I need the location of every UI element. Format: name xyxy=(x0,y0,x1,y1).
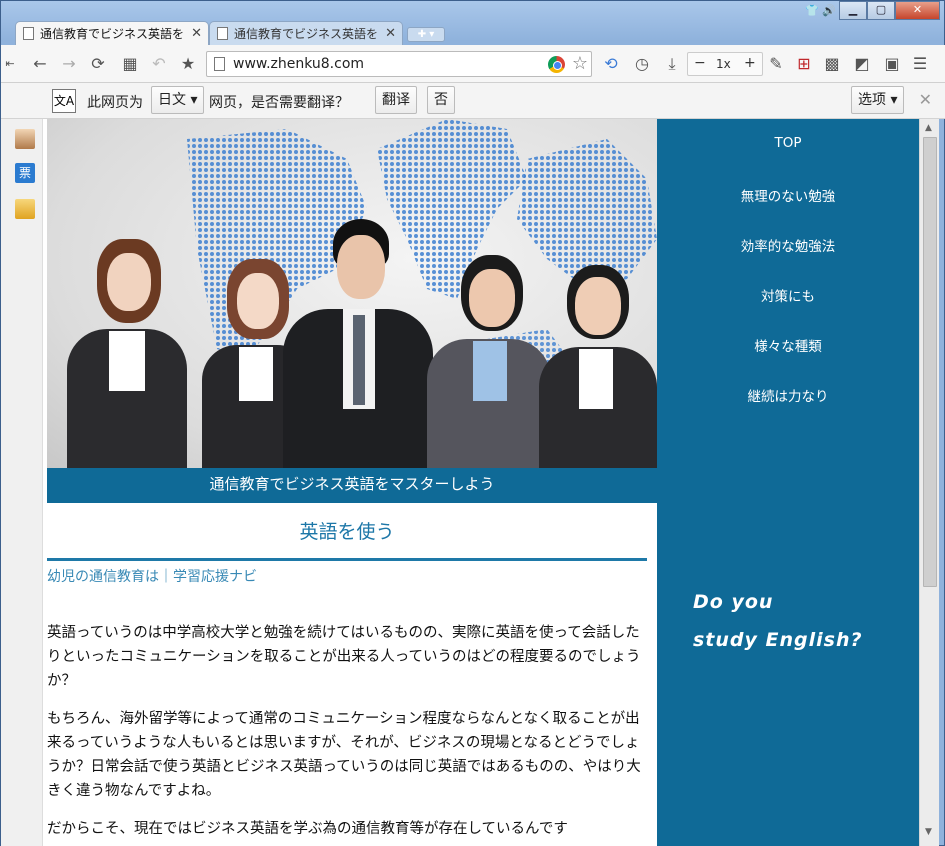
shirt-icon[interactable]: 👕 xyxy=(805,4,819,17)
maximize-button[interactable]: ▢ xyxy=(867,1,895,20)
close-window-button[interactable]: ✕ xyxy=(895,1,940,20)
tab-close-icon[interactable]: ✕ xyxy=(191,22,202,45)
bookmarks-star-icon[interactable]: ★ xyxy=(177,53,199,75)
person-1 xyxy=(57,239,197,468)
language-select[interactable]: 日文 ▾ xyxy=(151,86,205,114)
tab-active[interactable]: 通信教育でビジネス英語を ✕ xyxy=(15,21,209,45)
article-paragraph: 英語っていうのは中学高校大学と勉強を続けてはいるものの、実際に英語を使って会話し… xyxy=(47,625,641,689)
promo-line-1: Do you xyxy=(693,591,774,613)
back-icon[interactable]: ← xyxy=(29,53,51,75)
article-title: 英語を使う xyxy=(299,521,395,543)
chevron-down-icon: ▾ xyxy=(886,92,898,108)
vertical-scrollbar[interactable]: ▲ ▼ xyxy=(919,119,939,846)
translate-icon: 文A xyxy=(52,89,76,113)
page-icon xyxy=(217,27,228,40)
nav-item[interactable]: 様々な種類 xyxy=(657,335,919,355)
apps-grid-icon[interactable]: ▦ xyxy=(119,53,141,75)
scroll-down-icon[interactable]: ▼ xyxy=(925,827,932,837)
minimize-button[interactable]: ▁ xyxy=(839,1,867,20)
right-nav-column: TOP 無理のない勉強 効率的な勉強法 対策にも 様々な種類 継続は力なり Do… xyxy=(657,119,919,846)
chrome-icon[interactable] xyxy=(548,56,565,73)
history-clock-icon[interactable]: ◷ xyxy=(631,53,653,75)
address-bar[interactable]: www.zhenku8.com ☆ xyxy=(206,51,592,77)
page-icon xyxy=(214,57,225,71)
title-bar: 通信教育でビジネス英語を ✕ 通信教育でビジネス英語を ✕ ✚ ▾ 👕 🔊 ▁ … xyxy=(1,1,945,45)
article-paragraph: だからこそ、現在ではビジネス英語を学ぶ為の通信教育等が存在しているんです xyxy=(47,821,568,837)
forward-icon[interactable]: → xyxy=(58,53,80,75)
person-3 xyxy=(283,219,433,468)
checkerboard-icon[interactable]: ▩ xyxy=(821,53,843,75)
hero-caption: 通信教育でビジネス英語をマスターしよう xyxy=(47,468,657,503)
article-paragraph: もちろん、海外留学等によって通常のコミュニケーション程度ならなんとなく取ることが… xyxy=(47,711,641,799)
nav-item[interactable]: 対策にも xyxy=(657,285,919,305)
ticket-icon[interactable]: 票 xyxy=(15,163,35,183)
window-controls: ▁ ▢ ✕ xyxy=(839,1,940,20)
translate-button[interactable]: 翻译 xyxy=(375,86,417,114)
nav-item[interactable]: 効率的な勉強法 xyxy=(657,235,919,255)
options-button[interactable]: 选项 ▾ xyxy=(851,86,905,114)
menu-icon[interactable]: ☰ xyxy=(909,53,931,75)
mini-window-icon[interactable]: ▣ xyxy=(881,53,903,75)
hero-image xyxy=(47,119,657,468)
download-icon[interactable]: ⤓ xyxy=(661,53,683,75)
translate-suffix: 网页，是否需要翻译？ xyxy=(209,95,349,111)
nav-item[interactable]: 継続は力なり xyxy=(657,385,919,405)
zoom-level: 1x xyxy=(716,57,731,71)
tab-label: 通信教育でビジネス英語を xyxy=(234,27,379,41)
left-sidebar: 票 xyxy=(1,83,43,846)
nav-item-top[interactable]: TOP xyxy=(657,135,919,151)
new-tab-button[interactable]: ✚ ▾ xyxy=(407,27,445,42)
sidebar-toggle-icon[interactable]: ⇤ xyxy=(3,53,17,75)
title-icons: 👕 🔊 xyxy=(805,4,836,17)
browser-window: 通信教育でビジネス英語を ✕ 通信教育でビジネス英語を ✕ ✚ ▾ 👕 🔊 ▁ … xyxy=(0,0,945,846)
undo-close-icon[interactable]: ↶ xyxy=(148,53,170,75)
favorites-folder-icon[interactable] xyxy=(15,199,35,219)
language-value: 日文 xyxy=(158,92,186,108)
cloud-sync-icon[interactable]: ⟲ xyxy=(600,53,622,75)
article-subtitle-link[interactable]: 幼児の通信教育は｜学習応援ナビ xyxy=(47,566,257,586)
translate-prefix: 此网页为 xyxy=(87,95,143,111)
options-label: 选项 xyxy=(858,92,886,108)
scroll-thumb[interactable] xyxy=(923,137,937,587)
bookmark-star-icon[interactable]: ☆ xyxy=(572,53,588,74)
speaker-icon[interactable]: 🔊 xyxy=(822,4,836,17)
close-translate-icon[interactable]: ✕ xyxy=(919,90,932,109)
tab-close-icon[interactable]: ✕ xyxy=(385,22,396,45)
nav-toolbar: ⇤ ← → ⟳ ▦ ↶ ★ www.zhenku8.com ☆ ⟲ ◷ ⤓ − … xyxy=(1,45,945,83)
reload-icon[interactable]: ⟳ xyxy=(87,53,109,75)
zoom-in-button[interactable]: + xyxy=(744,55,756,71)
screenshot-icon[interactable]: ◩ xyxy=(851,53,873,75)
nav-item[interactable]: 無理のない勉強 xyxy=(657,185,919,205)
zoom-out-button[interactable]: − xyxy=(694,55,706,71)
medical-kit-icon[interactable]: ⊞ xyxy=(793,53,815,75)
eraser-icon[interactable]: ✎ xyxy=(765,53,787,75)
promo-line-2: study English? xyxy=(693,629,863,651)
tab-label: 通信教育でビジネス英語を xyxy=(40,27,185,41)
no-translate-button[interactable]: 否 xyxy=(427,86,455,114)
url-text[interactable]: www.zhenku8.com xyxy=(233,56,364,72)
chevron-down-icon: ▾ xyxy=(186,92,198,108)
scroll-up-icon[interactable]: ▲ xyxy=(925,123,932,133)
person-4 xyxy=(423,255,553,468)
page-icon xyxy=(23,27,34,40)
person-5 xyxy=(537,265,657,468)
contacts-icon[interactable] xyxy=(15,129,35,149)
article: 英語を使う 幼児の通信教育は｜学習応援ナビ 英語っていうのは中学高校大学と勉強を… xyxy=(47,503,657,846)
zoom-control: − 1x + xyxy=(687,52,763,76)
page-viewport: 通信教育でビジネス英語をマスターしよう 英語を使う 幼児の通信教育は｜学習応援ナ… xyxy=(43,119,919,846)
title-divider xyxy=(47,558,647,561)
translate-bar: 文A 此网页为 日文 ▾ 网页，是否需要翻译？ 翻译 否 选项 ▾ ✕ xyxy=(1,83,945,119)
tab-inactive[interactable]: 通信教育でビジネス英語を ✕ xyxy=(209,21,403,45)
